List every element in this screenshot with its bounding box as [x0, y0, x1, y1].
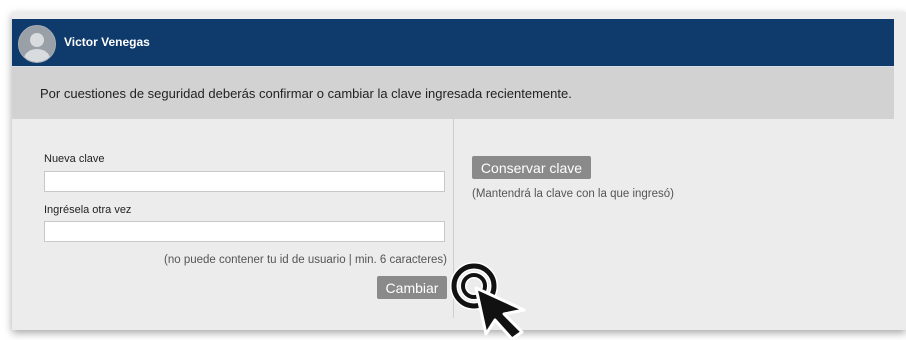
- new-password-label: Nueva clave: [44, 153, 105, 165]
- password-requirements-hint: (no puede contener tu id de usuario | mi…: [164, 254, 447, 266]
- confirm-password-field[interactable]: [44, 221, 445, 242]
- pointer-click-icon: [450, 262, 526, 340]
- user-name: Victor Venegas: [64, 35, 150, 49]
- notice-text: Por cuestiones de seguridad deberás conf…: [40, 86, 572, 101]
- security-notice: Por cuestiones de seguridad deberás conf…: [12, 67, 894, 119]
- confirm-password-label: Ingrésela otra vez: [44, 204, 132, 216]
- keep-password-button[interactable]: Conservar clave: [472, 156, 591, 179]
- keep-password-hint: (Mantendrá la clave con la que ingresó): [472, 188, 675, 200]
- header-bar: Victor Venegas: [12, 19, 894, 68]
- change-password-button[interactable]: Cambiar: [377, 276, 447, 299]
- change-password-form: Nueva clave Ingrésela otra vez (no puede…: [12, 119, 454, 318]
- user-avatar-icon: [18, 25, 56, 63]
- new-password-field[interactable]: [44, 171, 445, 192]
